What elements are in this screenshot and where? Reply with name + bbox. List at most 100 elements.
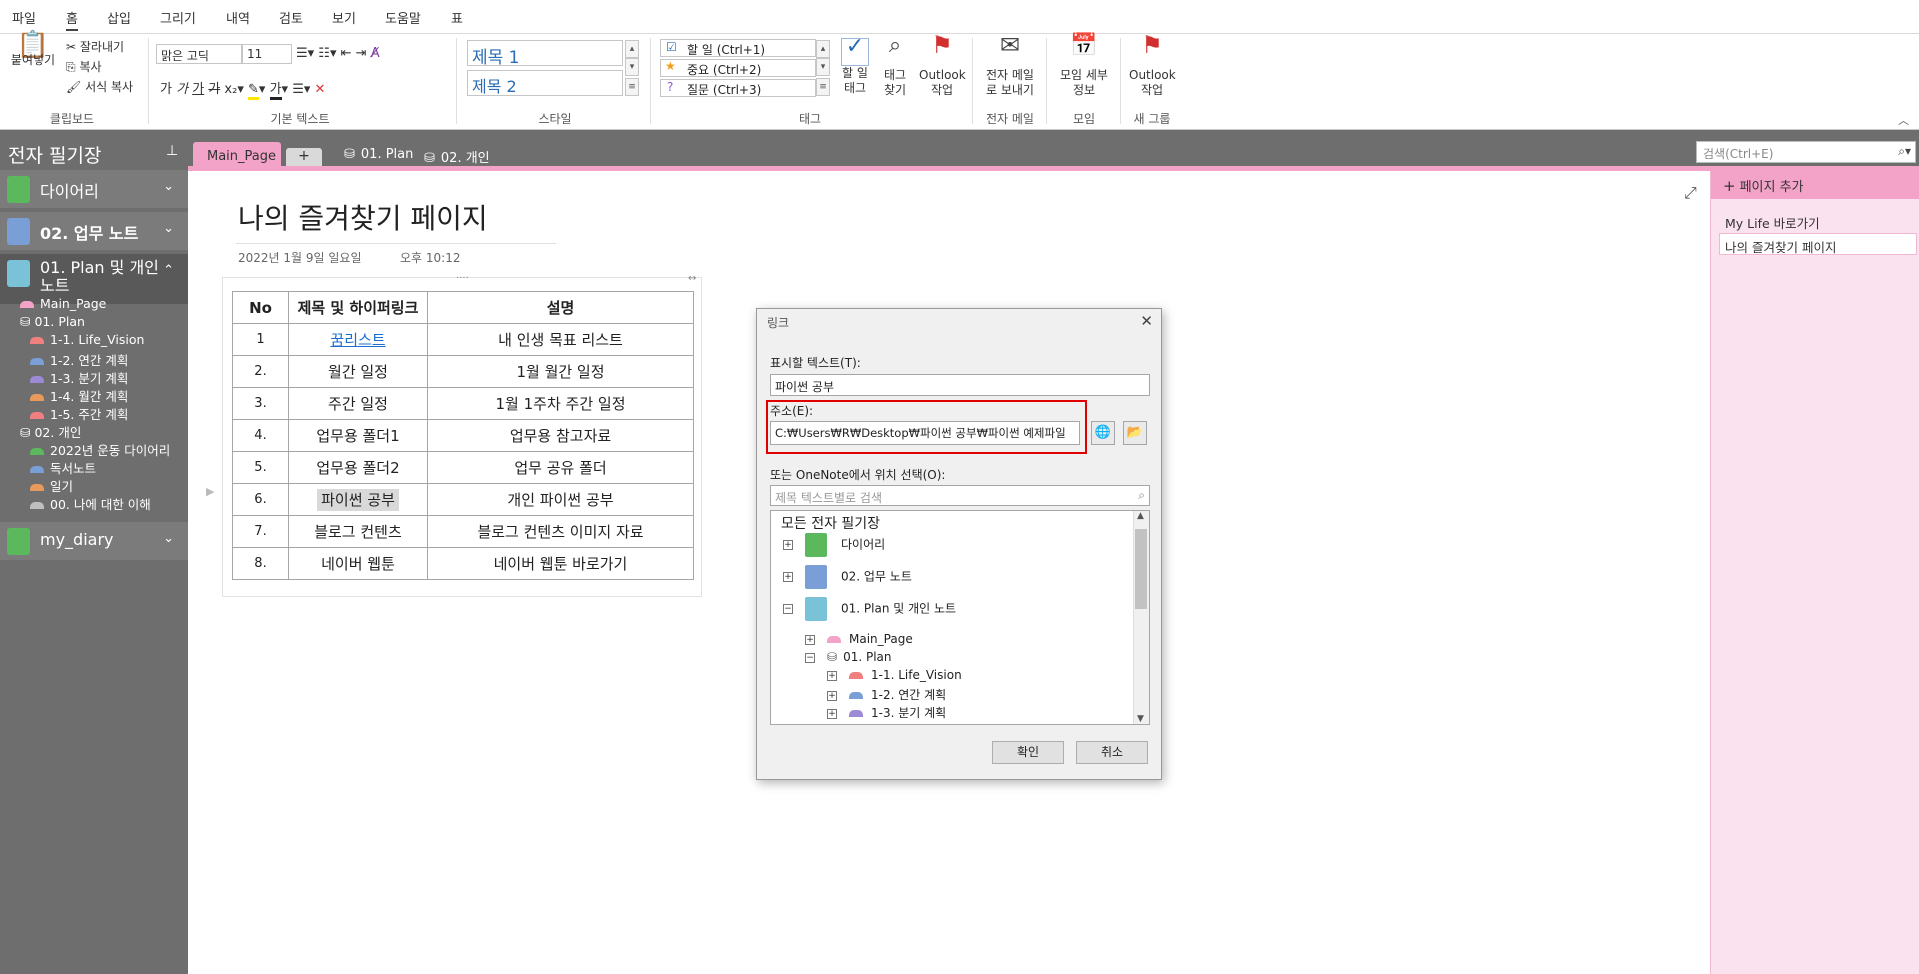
cancel-button[interactable]: 취소 xyxy=(1076,741,1148,764)
menu-view[interactable]: 보기 xyxy=(332,8,356,27)
table-cell[interactable]: 4. xyxy=(232,419,289,452)
table-cell[interactable]: 7. xyxy=(232,515,289,548)
full-page-expand-icon[interactable]: ⤢ xyxy=(1684,183,1697,203)
outlook-task-button[interactable]: ⚑ Outlook 작업 xyxy=(916,33,968,98)
table-cell[interactable]: 꿈리스트 xyxy=(288,323,428,356)
tree-item-yearly[interactable]: +1-2. 연간 계획 xyxy=(827,686,946,703)
page-item-favorites[interactable]: 나의 즐겨찾기 페이지 xyxy=(1719,233,1917,255)
menu-review[interactable]: 검토 xyxy=(279,8,303,27)
table-cell[interactable]: 3. xyxy=(232,387,289,420)
cut-button[interactable]: ✂ 잘라내기 xyxy=(66,38,124,55)
tree-item-life-vision[interactable]: +1-1. Life_Vision xyxy=(827,668,962,682)
section-exercise-diary[interactable]: 2022년 운동 다이어리 xyxy=(30,440,170,459)
expand-icon[interactable]: + xyxy=(827,708,837,719)
format-painter-button[interactable]: 🖌 서식 복사 xyxy=(66,78,133,95)
style-heading1[interactable]: 제목 1 xyxy=(467,40,623,68)
collapse-icon[interactable]: − xyxy=(805,652,815,663)
expand-icon[interactable]: + xyxy=(827,670,837,681)
table-cell[interactable]: 네이버 웹툰 바로가기 xyxy=(427,547,694,580)
hyperlink[interactable]: 꿈리스트 xyxy=(330,331,385,349)
table-cell[interactable]: 1 xyxy=(232,323,289,356)
table-cell[interactable]: 6. xyxy=(232,483,289,516)
section-journal[interactable]: 일기 xyxy=(30,476,73,495)
section-weekly[interactable]: 1-5. 주간 계획 xyxy=(30,404,128,423)
notebook-my-diary[interactable]: my_diary ⌄ xyxy=(0,522,188,560)
copy-button[interactable]: ⎘ 복사 xyxy=(66,58,102,75)
location-search-input[interactable]: 제목 텍스트별로 검색 ⌕ xyxy=(770,485,1150,506)
resize-handle-icon[interactable]: ↔ xyxy=(688,273,696,284)
style-heading2[interactable]: 제목 2 xyxy=(467,70,623,96)
ok-button[interactable]: 확인 xyxy=(992,741,1064,764)
menu-draw[interactable]: 그리기 xyxy=(160,8,196,27)
section-life-vision[interactable]: 1-1. Life_Vision xyxy=(30,332,144,347)
display-text-input[interactable]: 파이썬 공부 xyxy=(770,374,1150,396)
collapse-icon[interactable]: − xyxy=(783,604,793,614)
scroll-down-icon[interactable]: ▼ xyxy=(1137,714,1144,724)
tag-more[interactable]: ≡ xyxy=(816,78,830,96)
table-cell[interactable]: 업무용 폴더2 xyxy=(288,451,428,484)
menu-history[interactable]: 내역 xyxy=(226,8,250,27)
section-main-page[interactable]: Main_Page xyxy=(20,296,106,311)
address-input[interactable]: C:₩Users₩R₩Desktop₩파이썬 공부₩파이썬 예제파일 xyxy=(770,421,1080,445)
add-page-button[interactable]: + 페이지 추가 xyxy=(1711,171,1919,199)
meeting-details-button[interactable]: 📅 모임 세부 정보 xyxy=(1052,35,1116,98)
find-tags-button[interactable]: ⌕ 태그 찾기 xyxy=(876,35,914,98)
section-about-me[interactable]: 00. 나에 대한 이해 xyxy=(30,494,151,513)
section-yearly[interactable]: 1-2. 연간 계획 xyxy=(30,350,128,369)
search-input[interactable]: 검색(Ctrl+E) ⌕▾ xyxy=(1696,141,1916,163)
menu-table[interactable]: 표 xyxy=(451,8,463,27)
expand-icon[interactable]: + xyxy=(827,690,837,701)
tag-question[interactable]: ? 질문 (Ctrl+3) xyxy=(660,79,816,97)
browse-web-button[interactable]: 🌐 xyxy=(1091,421,1115,445)
table-cell[interactable]: 내 인생 목표 리스트 xyxy=(427,323,694,356)
scrollbar-thumb[interactable] xyxy=(1135,529,1147,609)
style-more[interactable]: ≡ xyxy=(625,78,639,96)
section-group-personal[interactable]: ⛁ 02. 개인 xyxy=(20,422,81,441)
tree-item-plan[interactable]: −01. Plan 및 개인 노트 xyxy=(783,597,956,621)
menu-insert[interactable]: 삽입 xyxy=(107,8,131,27)
page-title[interactable]: 나의 즐겨찾기 페이지 xyxy=(238,197,488,237)
tree-scrollbar[interactable]: ▲ ▼ xyxy=(1133,511,1149,724)
section-monthly[interactable]: 1-4. 월간 계획 xyxy=(30,386,128,405)
table-cell[interactable]: 네이버 웹툰 xyxy=(288,547,428,580)
scroll-up-icon[interactable]: ▲ xyxy=(1137,511,1144,521)
table-cell[interactable]: 업무용 폴더1 xyxy=(288,419,428,452)
table-cell[interactable]: 5. xyxy=(232,451,289,484)
expand-icon[interactable]: + xyxy=(783,572,793,582)
tab-personal[interactable]: ⛁ 02. 개인 xyxy=(424,147,490,166)
email-page-button[interactable]: ✉ 전자 메일로 보내기 xyxy=(978,33,1042,98)
table-cell[interactable]: 1월 월간 일정 xyxy=(427,355,694,388)
table-cell[interactable]: 2. xyxy=(232,355,289,388)
table-cell[interactable]: 8. xyxy=(232,547,289,580)
tree-item-diary[interactable]: + 다이어리 xyxy=(783,533,885,557)
tag-important[interactable]: ★ 중요 (Ctrl+2) xyxy=(660,59,816,77)
selected-text[interactable]: 파이썬 공부 xyxy=(317,489,399,511)
browse-file-button[interactable]: 📂 xyxy=(1123,421,1147,445)
container-handle-icon[interactable]: ···· xyxy=(456,273,469,284)
section-group-plan[interactable]: ⛁ 01. Plan xyxy=(20,314,85,329)
todo-tag-button[interactable]: ✓ 할 일 태그 xyxy=(836,36,874,96)
list-buttons[interactable]: ☰▾ ☷▾ ⇤ ⇥ A̸ xyxy=(296,46,380,61)
table-cell[interactable]: 블로그 컨텐츠 이미지 자료 xyxy=(427,515,694,548)
tag-scroll-down[interactable]: ▾ xyxy=(816,58,830,76)
menu-help[interactable]: 도움말 xyxy=(385,8,421,27)
tab-plan[interactable]: ⛁ 01. Plan xyxy=(344,147,413,162)
tree-item-work[interactable]: +02. 업무 노트 xyxy=(783,565,912,589)
text-format-buttons[interactable]: 가 가 가 가 x₂▾ ✎▾ 가▾ ☰▾ ✕ xyxy=(160,78,325,100)
table-cell[interactable]: 개인 파이썬 공부 xyxy=(427,483,694,516)
tag-todo[interactable]: ☑ 할 일 (Ctrl+1) xyxy=(660,39,816,57)
notebook-work[interactable]: 02. 업무 노트 ⌄ xyxy=(0,212,188,250)
new-group-outlook-task-button[interactable]: ⚑ Outlook 작업 xyxy=(1124,33,1180,98)
tree-item-plan-group[interactable]: − ⛁ 01. Plan xyxy=(805,650,892,664)
pin-icon[interactable]: ⊥ xyxy=(166,143,178,159)
font-size-select[interactable]: 11 xyxy=(242,44,292,64)
section-quarterly[interactable]: 1-3. 분기 계획 xyxy=(30,368,128,387)
menu-file[interactable]: 파일 xyxy=(12,8,36,27)
table-cell[interactable]: 업무 공유 폴더 xyxy=(427,451,694,484)
table-cell[interactable]: 주간 일정 xyxy=(288,387,428,420)
close-icon[interactable]: ✕ xyxy=(1140,312,1153,330)
table-cell[interactable]: 월간 일정 xyxy=(288,355,428,388)
collapse-ribbon-icon[interactable]: ︿ xyxy=(1898,112,1909,128)
expand-icon[interactable]: + xyxy=(783,540,793,550)
tag-scroll-up[interactable]: ▴ xyxy=(816,40,830,58)
